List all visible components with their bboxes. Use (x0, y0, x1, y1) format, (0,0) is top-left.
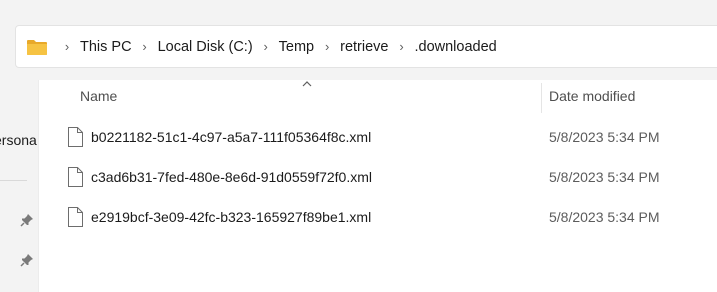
file-row[interactable]: b0221182-51c1-4c97-a5a7-111f05364f8c.xml… (39, 119, 717, 159)
file-icon (68, 167, 83, 187)
chevron-right-icon[interactable]: › (56, 39, 78, 54)
file-date-modified: 5/8/2023 5:34 PM (549, 129, 660, 145)
file-row[interactable]: e2919bcf-3e09-42fc-b323-165927f89be1.xml… (39, 199, 717, 239)
file-list: Name Date modified b0221182-51c1-4c97-a5… (38, 80, 717, 292)
file-name: c3ad6b31-7fed-480e-8e6d-91d0559f72f0.xml (91, 169, 372, 185)
file-icon (68, 207, 83, 227)
column-divider[interactable] (541, 83, 542, 113)
sort-ascending-icon (302, 81, 312, 87)
breadcrumb-temp[interactable]: Temp (277, 39, 316, 55)
file-row[interactable]: c3ad6b31-7fed-480e-8e6d-91d0559f72f0.xml… (39, 159, 717, 199)
breadcrumb-downloaded[interactable]: .downloaded (412, 39, 498, 55)
file-explorer-window: › This PC › Local Disk (C:) › Temp › ret… (0, 0, 717, 292)
chevron-right-icon[interactable]: › (390, 39, 412, 54)
pin-icon[interactable] (20, 253, 34, 267)
column-header-date-modified[interactable]: Date modified (549, 88, 635, 104)
file-date-modified: 5/8/2023 5:34 PM (549, 209, 660, 225)
chevron-right-icon[interactable]: › (316, 39, 338, 54)
file-name: e2919bcf-3e09-42fc-b323-165927f89be1.xml (91, 209, 372, 225)
chevron-right-icon[interactable]: › (134, 39, 156, 54)
breadcrumb-retrieve[interactable]: retrieve (338, 39, 390, 55)
pin-icon[interactable] (20, 213, 34, 227)
breadcrumb-this-pc[interactable]: This PC (78, 39, 134, 55)
file-icon (68, 127, 83, 147)
address-bar[interactable]: › This PC › Local Disk (C:) › Temp › ret… (15, 25, 717, 68)
navigation-pane: ersona (0, 80, 38, 292)
column-header-name[interactable]: Name (80, 88, 117, 104)
file-date-modified: 5/8/2023 5:34 PM (549, 169, 660, 185)
nav-divider (0, 180, 27, 181)
folder-icon (27, 39, 47, 55)
breadcrumb-local-disk[interactable]: Local Disk (C:) (156, 39, 255, 55)
chevron-right-icon[interactable]: › (255, 39, 277, 54)
toolbar-area: › This PC › Local Disk (C:) › Temp › ret… (0, 0, 717, 80)
file-name: b0221182-51c1-4c97-a5a7-111f05364f8c.xml (91, 129, 372, 145)
nav-item-personal[interactable]: ersona (0, 132, 37, 148)
